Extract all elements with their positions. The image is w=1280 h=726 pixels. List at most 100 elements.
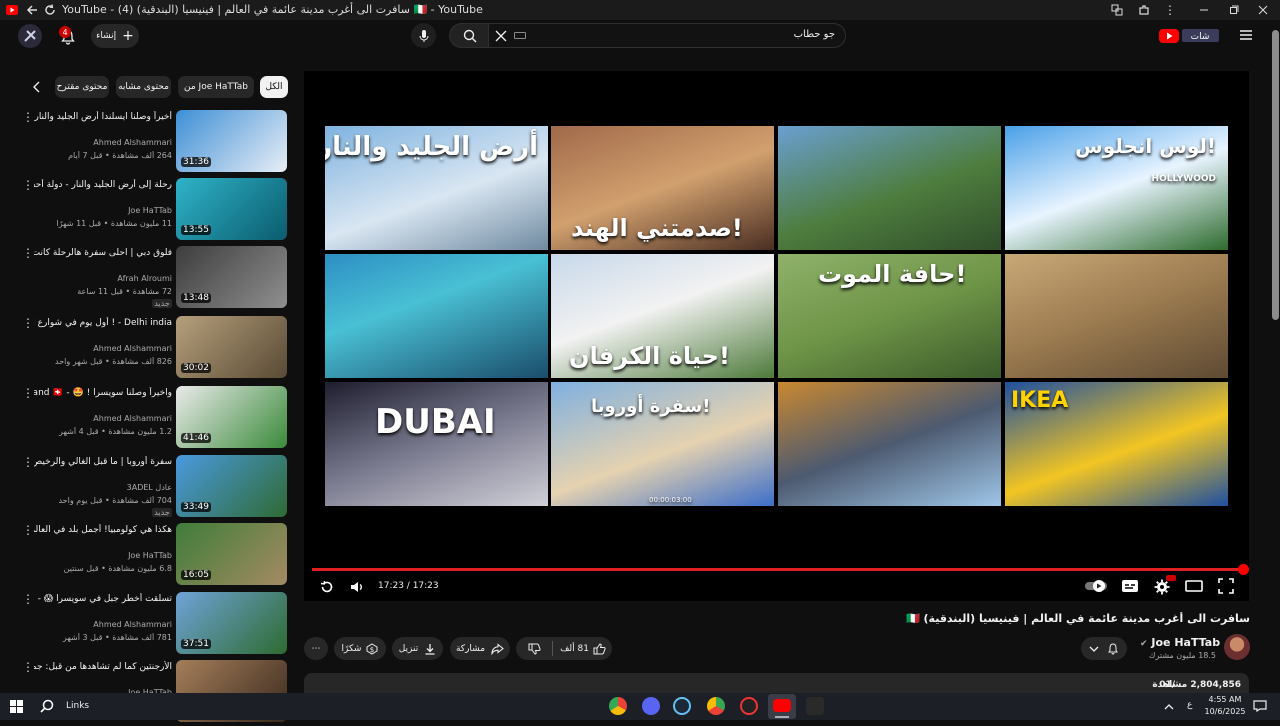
taskbar-search-label[interactable]: Links xyxy=(66,701,89,711)
channel-name[interactable]: ✔ Joe HaTTab xyxy=(1140,636,1220,649)
recommendation-item[interactable]: ⋮تسلقت أخطر جبل في سويسرا 😱 - Switzerlan… xyxy=(0,592,290,658)
input-language[interactable]: ع xyxy=(1187,700,1192,710)
discord-app-icon[interactable] xyxy=(642,697,660,715)
restore-icon[interactable] xyxy=(1226,2,1242,18)
recommendation-item[interactable]: ⋮ أخيراً وصلنا ايسلندا أرض الجليد والنار … xyxy=(0,110,290,176)
collage-frame xyxy=(325,254,548,378)
recommendation-channel: عادل 3ADEL xyxy=(126,483,172,492)
recommendation-channel: Ahmed Alshammari xyxy=(93,344,172,353)
recommendation-item[interactable]: ⋮واخيراً وصلنا سويسرا ! 🤩 - Switzerland … xyxy=(0,386,290,452)
progress-bar[interactable] xyxy=(312,568,1244,571)
reload-icon[interactable] xyxy=(42,2,58,18)
keyboard-icon[interactable] xyxy=(514,32,526,39)
more-options-icon[interactable]: ⋮ xyxy=(22,524,34,537)
browser-title-bar: YouTube - (4) سافرت الى أغرب مدينة عائمة… xyxy=(0,0,1280,20)
fullscreen-icon[interactable] xyxy=(1217,578,1235,594)
page-scrollbar[interactable] xyxy=(1271,20,1280,693)
recommendation-title: فلوق دبي | احلى سفرة هالرحلة كانت عبر ✨🇦… xyxy=(34,248,172,258)
chip-related[interactable]: محتوى مشابه xyxy=(116,76,171,98)
notification-center-icon[interactable] xyxy=(1253,700,1267,713)
voice-search-icon[interactable] xyxy=(411,23,436,48)
channel-avatar[interactable] xyxy=(1224,634,1250,660)
browser-tab-title: YouTube - (4) سافرت الى أغرب مدينة عائمة… xyxy=(62,3,483,16)
clock[interactable]: 4:55 AM 10/6/2025 xyxy=(1200,694,1250,718)
create-button[interactable]: إنشاء + xyxy=(91,24,139,48)
collage-frame: صدمتني الهند! xyxy=(551,126,774,250)
notification-count-badge: 4 xyxy=(59,26,71,38)
back-icon[interactable] xyxy=(24,2,40,18)
youtube-logo[interactable]: ﺷﺎﺕ xyxy=(1159,27,1221,44)
collage-frame xyxy=(1005,254,1228,378)
volume-icon[interactable] xyxy=(348,578,366,596)
download-button[interactable]: تنزيل xyxy=(392,637,443,660)
chips-scroll-left-icon[interactable] xyxy=(30,80,44,94)
minimize-icon[interactable] xyxy=(1196,2,1212,18)
recommendation-meta: 264 ألف مشاهدة • قبل 7 أيام xyxy=(68,151,172,160)
search-input[interactable]: جو حطاب xyxy=(488,23,846,48)
close-window-icon[interactable] xyxy=(1255,2,1271,18)
verified-check-icon: ✔ xyxy=(1140,639,1148,649)
recommendation-item[interactable]: ⋮فلوق دبي | احلى سفرة هالرحلة كانت عبر ✨… xyxy=(0,246,290,312)
subscribed-button[interactable] xyxy=(1081,637,1127,660)
more-options-icon[interactable]: ⋮ xyxy=(22,247,34,260)
autoplay-toggle[interactable] xyxy=(1084,578,1108,594)
translate-icon[interactable] xyxy=(1109,2,1125,18)
tray-chevron-up-icon[interactable] xyxy=(1163,701,1175,711)
download-icon xyxy=(425,643,435,655)
share-button[interactable]: مشاركة xyxy=(450,637,510,660)
recommendation-item[interactable]: ⋮Delhi india - ! أول يوم في شوارع الهند … xyxy=(0,316,290,382)
more-options-icon[interactable]: ⋮ xyxy=(22,387,34,400)
chip-all[interactable]: الكل xyxy=(260,76,288,98)
scrubber-handle[interactable] xyxy=(1238,564,1249,575)
recommendation-channel: Ahmed Alshammari xyxy=(93,620,172,629)
more-options-icon[interactable]: ⋮ xyxy=(22,661,34,674)
extensions-icon[interactable] xyxy=(1136,2,1152,18)
duration-badge: 31:36 xyxy=(181,157,211,167)
frame-caption: صدمتني الهند! xyxy=(571,214,743,242)
scrollbar-thumb[interactable] xyxy=(1272,30,1279,320)
recommendation-title: واخيراً وصلنا سويسرا ! 🤩 - Switzerland 🇨… xyxy=(34,388,172,398)
recommendation-item[interactable]: ⋮هكذا هي كولومبيا! أجمل بلد في العالم كم… xyxy=(0,523,290,589)
like-button[interactable]: 81 ألف xyxy=(554,637,612,660)
duration-badge: 33:49 xyxy=(181,502,211,512)
chip-suggested[interactable]: محتوى مقترح xyxy=(55,76,109,98)
more-options-icon[interactable]: ⋮ xyxy=(22,593,34,606)
more-options-icon[interactable]: ⋮ xyxy=(22,317,34,330)
more-options-icon[interactable]: ⋮ xyxy=(22,179,34,192)
chrome-app-icon[interactable] xyxy=(609,697,627,715)
more-actions-button[interactable]: ⋯ xyxy=(304,637,328,660)
taskbar-search-icon[interactable] xyxy=(40,699,54,713)
avatar[interactable] xyxy=(18,24,42,48)
thanks-button[interactable]: شكرًا $ xyxy=(334,637,386,660)
replay-icon[interactable] xyxy=(318,578,336,596)
search-query: جو حطاب xyxy=(793,29,835,40)
recommendation-title: رحلة إلى أرض الجليد والنار - دولة أحفاد … xyxy=(34,180,172,190)
duration-badge: 37:51 xyxy=(181,639,211,649)
chip-from-channel[interactable]: من Joe HaTTab xyxy=(178,76,254,98)
steam-app-icon[interactable] xyxy=(673,697,691,715)
chrome-profile-app-icon[interactable] xyxy=(707,697,725,715)
recommendation-channel: Joe HaTTab xyxy=(128,551,172,560)
more-options-icon[interactable]: ⋮ xyxy=(22,111,34,124)
dislike-button[interactable] xyxy=(516,637,552,660)
youtube-app-icon[interactable] xyxy=(773,699,791,712)
dislike-icon xyxy=(528,643,541,655)
frame-caption: IKEA xyxy=(1011,388,1069,413)
more-options-icon[interactable]: ⋮ xyxy=(22,456,34,469)
recommendation-item[interactable]: ⋮رحلة إلى أرض الجليد والنار - دولة أحفاد… xyxy=(0,178,290,244)
frame-subcaption: HOLLYWOOD xyxy=(1151,174,1216,184)
windows-start-icon[interactable] xyxy=(10,700,23,713)
theater-mode-icon[interactable] xyxy=(1185,579,1203,593)
description-box[interactable]: 2,804,856 مشاهدة 01/ xyxy=(304,673,1249,693)
browser-menu-icon[interactable]: ⋮ xyxy=(1162,2,1178,18)
recorder-app-icon[interactable] xyxy=(740,697,758,715)
recommendation-item[interactable]: ⋮ سفرة أوروبا | ما قبل الغالي والرخيص عادل… xyxy=(0,455,290,521)
recommendation-meta: 826 ألف مشاهدة • قبل شهر واحد xyxy=(55,357,172,366)
recommendation-title: هكذا هي كولومبيا! أجمل بلد في العالم كما… xyxy=(34,525,172,535)
search-button[interactable] xyxy=(449,23,489,48)
subtitles-icon[interactable] xyxy=(1121,578,1139,594)
duration-badge: 41:46 xyxy=(181,433,211,443)
epic-games-app-icon[interactable] xyxy=(806,697,824,715)
hamburger-menu-icon[interactable] xyxy=(1238,28,1254,42)
clear-search-icon[interactable] xyxy=(495,30,507,42)
